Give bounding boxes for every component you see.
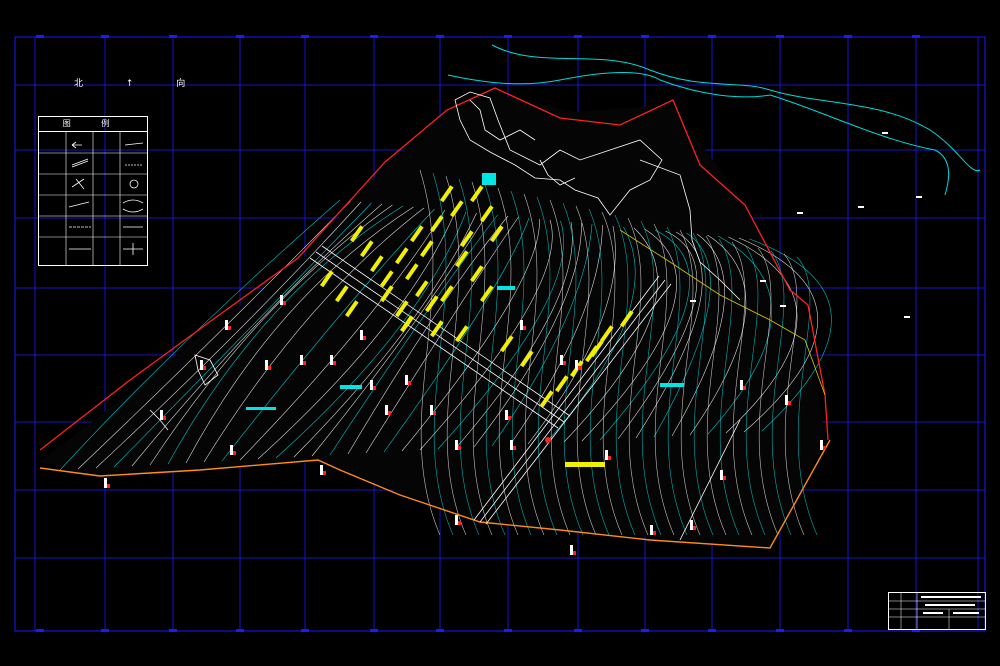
survey-point bbox=[545, 437, 551, 443]
legend-grid bbox=[39, 131, 147, 265]
north-arrow-label: 北 ↑ 向 bbox=[74, 79, 206, 89]
yellow-label bbox=[565, 462, 605, 467]
title-block bbox=[888, 592, 986, 630]
legend-table: 图 例 bbox=[38, 116, 148, 266]
site-plan-drawing bbox=[14, 35, 986, 632]
